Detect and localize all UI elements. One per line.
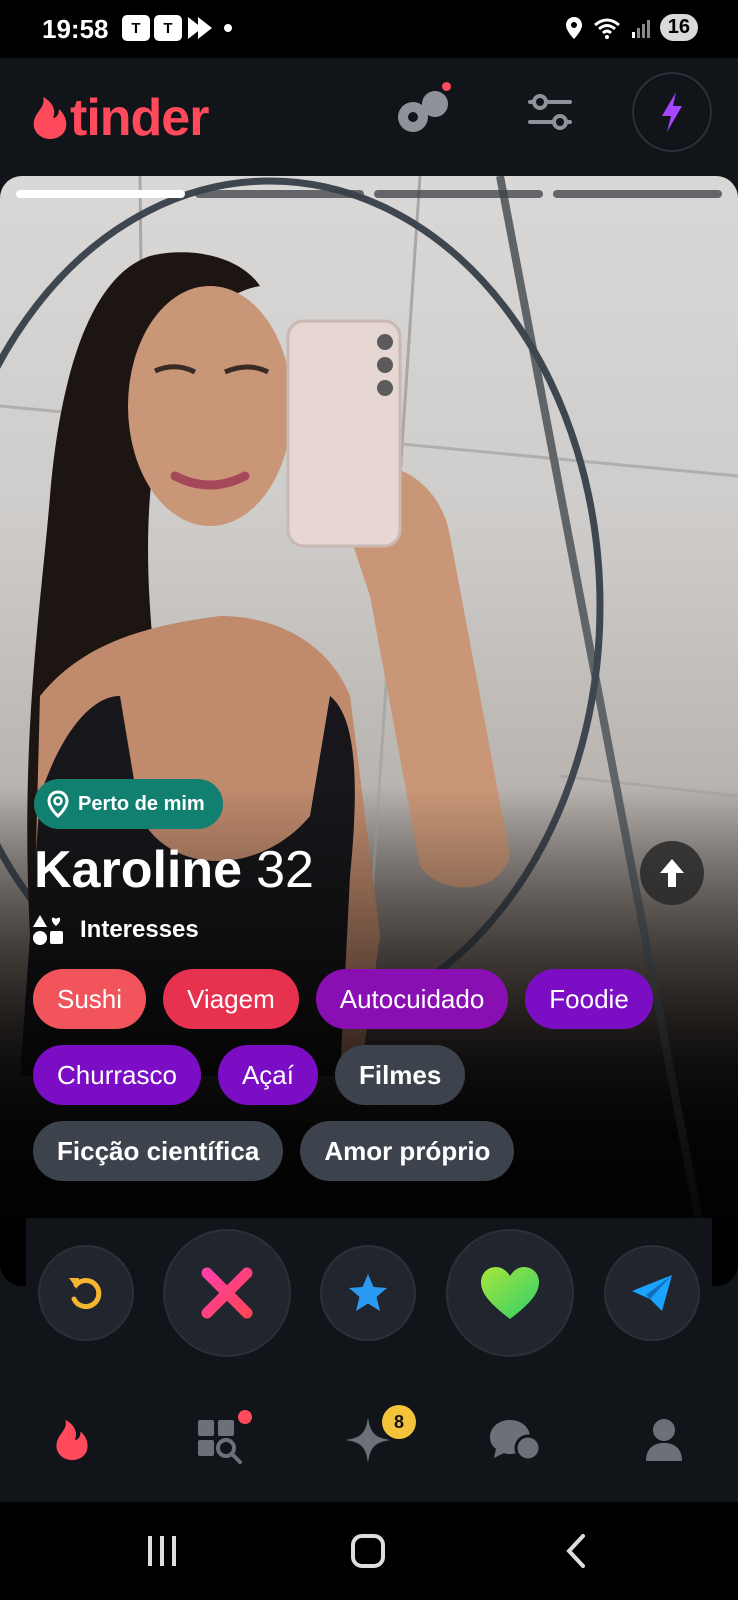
interest-chip: Autocuidado [315, 969, 509, 1029]
interest-chip: Amor próprio [300, 1121, 515, 1181]
interest-chip: Viagem [163, 969, 299, 1029]
explore-button[interactable] [396, 80, 456, 140]
teams-icon: T [154, 15, 182, 41]
recent-apps-icon [148, 1536, 176, 1566]
interest-chip: Ficção científica [33, 1121, 284, 1181]
filters-button[interactable] [520, 82, 580, 142]
heart-icon [481, 1267, 539, 1319]
back-icon [566, 1534, 585, 1568]
notification-dot [442, 82, 451, 91]
paper-plane-icon [632, 1275, 672, 1311]
like-button[interactable] [446, 1229, 574, 1357]
location-pin-icon [47, 790, 69, 818]
photo-progress-segment[interactable] [195, 190, 364, 198]
bottom-nav: 8 [0, 1360, 738, 1502]
person-icon [646, 1419, 682, 1461]
rewind-button[interactable] [38, 1245, 134, 1341]
flame-icon [33, 97, 67, 139]
rewind-icon [69, 1278, 102, 1310]
interest-chip: Açaí [217, 1045, 318, 1105]
explore-icon [398, 91, 448, 132]
status-right: 16 [564, 14, 698, 41]
near-me-label: Perto de mim [78, 792, 205, 815]
interest-chip: Churrasco [33, 1045, 201, 1105]
notification-icons: T T [122, 15, 234, 41]
location-icon [565, 16, 582, 39]
profile-info-button[interactable] [640, 841, 704, 905]
arrow-up-icon [660, 859, 684, 887]
interest-chip: Sushi [33, 969, 147, 1029]
near-me-badge: Perto de mim [34, 779, 223, 829]
home-icon [351, 1534, 385, 1568]
profile-age: 32 [256, 841, 314, 899]
nope-icon [201, 1267, 253, 1319]
lightning-icon [662, 92, 682, 132]
home-button[interactable] [338, 1526, 398, 1576]
arrow-notification-icon [188, 17, 212, 39]
interest-chip: Filmes [334, 1045, 466, 1105]
star-icon [349, 1274, 387, 1311]
teams-icon: T [122, 15, 150, 41]
signal-icon [631, 19, 650, 38]
interests-icon [33, 915, 63, 945]
interests-title: Interesses [80, 916, 199, 943]
profile-name: Karoline [34, 841, 243, 899]
sliders-icon [528, 94, 572, 130]
nav-profile[interactable] [634, 1410, 694, 1470]
system-nav-bar [0, 1502, 738, 1600]
status-time: 19:58 [42, 14, 109, 44]
tinder-logo[interactable]: tinder [30, 88, 209, 148]
interest-chips: Sushi Viagem Autocuidado Foodie Churrasc… [33, 969, 723, 1181]
nav-chat[interactable] [486, 1410, 546, 1470]
back-button[interactable] [546, 1526, 606, 1576]
wifi-icon [593, 18, 620, 39]
dot-icon [224, 24, 232, 32]
profile-name-row: Karoline 32 [34, 840, 314, 900]
profile-card[interactable]: Perto de mim Karoline 32 Interesses Sushi… [0, 176, 738, 1286]
photo-progress-segment[interactable] [16, 190, 185, 198]
photo-progress-segment[interactable] [553, 190, 722, 198]
notification-dot [238, 1410, 252, 1424]
recent-apps-button[interactable] [132, 1526, 192, 1576]
direct-message-button[interactable] [604, 1245, 700, 1341]
chat-icon [490, 1420, 542, 1462]
grid-search-icon [198, 1420, 242, 1464]
interests-header: Interesses [32, 914, 199, 946]
app-header: tinder [0, 58, 738, 176]
photo-progress-segment[interactable] [374, 190, 543, 198]
status-bar: 19:58 T T 16 [0, 0, 738, 58]
likes-count-badge: 8 [382, 1405, 416, 1439]
super-like-button[interactable] [320, 1245, 416, 1341]
logo-text: tinder [70, 89, 209, 147]
boost-button[interactable] [632, 72, 712, 152]
nope-button[interactable] [163, 1229, 291, 1357]
battery-indicator: 16 [659, 14, 698, 41]
photo-progress [16, 190, 722, 198]
nav-explore[interactable] [190, 1410, 252, 1470]
interest-chip: Foodie [525, 969, 653, 1029]
flame-icon [56, 1419, 88, 1461]
nav-discover[interactable] [42, 1410, 102, 1470]
